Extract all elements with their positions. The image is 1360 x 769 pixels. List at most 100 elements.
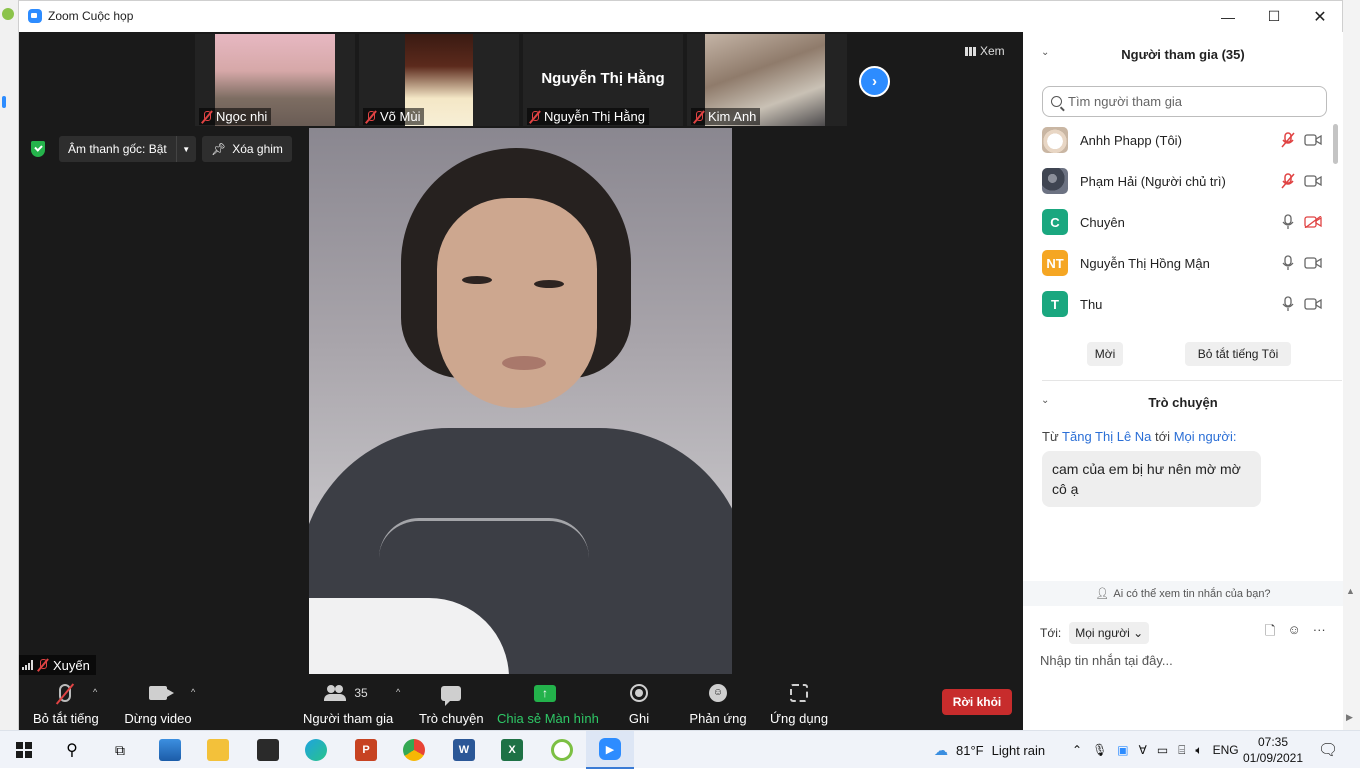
view-button[interactable]: Xem (965, 44, 1005, 58)
participant-row[interactable]: NT Nguyễn Thị Hồng Mận (1023, 243, 1339, 284)
mic-muted-icon (693, 110, 705, 123)
original-audio-button[interactable]: Âm thanh gốc: Bật ▼ (59, 136, 196, 162)
weather-widget[interactable]: ☁ 81°F Light rain (934, 731, 1045, 769)
taskbar-app[interactable] (292, 731, 340, 769)
microphone-icon[interactable] (1281, 255, 1295, 271)
task-view-button[interactable]: ⧉ (96, 731, 144, 769)
sender-name[interactable]: Tăng Thị Lê Na (1062, 429, 1151, 444)
monitor-icon[interactable]: ▭ (1157, 743, 1168, 757)
weather-temperature: 81°F (956, 742, 984, 758)
mic-muted-icon (365, 110, 377, 123)
windows-logo-icon (16, 742, 32, 758)
participant-thumbnail[interactable]: Nguyễn Thị Hằng Nguyễn Thị Hằng (523, 34, 683, 126)
participant-name: Anhh Phapp (Tôi) (1080, 133, 1182, 148)
reactions-button[interactable]: ☺ Phản ứng (687, 681, 749, 727)
chevron-down-icon[interactable]: ▼ (175, 136, 196, 162)
mic-muted-icon[interactable] (1281, 173, 1295, 189)
scroll-down-arrow-icon[interactable]: ▶ (1346, 712, 1353, 723)
maximize-button[interactable]: ☐ (1251, 1, 1297, 32)
participant-thumbnail[interactable]: Ngọc nhi (195, 34, 355, 126)
recipient-name[interactable]: Mọi người: (1174, 429, 1237, 444)
chat-message-input[interactable] (1040, 648, 1330, 672)
chat-privacy-link[interactable]: 👤︎ Ai có thể xem tin nhắn của bạn? (1023, 581, 1343, 606)
microphone-icon[interactable] (1281, 296, 1295, 312)
video-options-caret-icon[interactable]: ^ (191, 687, 195, 697)
invite-button[interactable]: Mời (1087, 342, 1123, 366)
close-button[interactable]: ✕ (1297, 1, 1343, 32)
notifications-button[interactable]: 🗨︎ (1318, 731, 1338, 769)
next-page-button[interactable]: › (859, 66, 890, 97)
participants-options-caret-icon[interactable]: ^ (396, 687, 400, 697)
unmute-me-button[interactable]: Bỏ tắt tiếng Tôi (1185, 342, 1291, 366)
chat-bubble-icon (441, 685, 461, 706)
taskbar-app[interactable]: P (342, 731, 390, 769)
microphone-icon[interactable]: 🎙︎ (1092, 743, 1107, 757)
volume-icon[interactable]: 🔈︎ (1195, 743, 1202, 758)
background-scrollbar[interactable]: ▲ ▶ (1343, 0, 1360, 730)
share-screen-button[interactable]: ↑ Chia sẻ Màn hình (497, 681, 599, 727)
view-label: Xem (980, 44, 1005, 58)
clock[interactable]: 07:35 01/09/2021 (1238, 734, 1308, 766)
apps-icon (790, 684, 808, 702)
audio-options-caret-icon[interactable]: ^ (93, 687, 97, 697)
taskbar-app[interactable]: X (488, 731, 536, 769)
language-icon[interactable]: ENG (1213, 743, 1239, 757)
stop-video-button[interactable]: Dừng video (123, 681, 193, 727)
mute-button[interactable]: Bỏ tắt tiếng (33, 681, 99, 727)
participant-list-scrollbar[interactable] (1333, 124, 1338, 164)
participant-row[interactable]: Anhh Phapp (Tôi) (1023, 120, 1339, 161)
privacy-text: Ai có thể xem tin nhắn của bạn? (1113, 587, 1271, 600)
scroll-up-arrow-icon[interactable]: ▲ (1346, 586, 1355, 596)
chevron-up-icon[interactable]: ⌃ (1072, 743, 1082, 757)
apps-button[interactable]: Ứng dụng (767, 681, 831, 727)
more-icon[interactable]: ··· (1313, 622, 1326, 644)
microphone-icon[interactable] (1281, 214, 1295, 230)
participant-search-input[interactable] (1068, 94, 1308, 109)
edge-icon (305, 739, 327, 761)
mic-muted-icon (201, 110, 213, 123)
network-icon[interactable]: ⌸ (1178, 743, 1185, 758)
file-icon[interactable]: 🗋︎ (1265, 622, 1275, 644)
video-camera-icon[interactable] (1304, 257, 1322, 269)
zoom-tray-icon[interactable]: ▣ (1117, 743, 1128, 757)
participants-title: Người tham gia (35) (1121, 47, 1245, 62)
vpn-icon[interactable]: ∀ (1139, 743, 1147, 757)
video-off-icon[interactable] (1304, 216, 1322, 228)
unpin-button[interactable]: 📌︎ Xóa ghim (202, 136, 292, 162)
participant-row[interactable]: Phạm Hải (Người chủ trì) (1023, 161, 1339, 202)
start-button[interactable] (0, 731, 48, 769)
mic-muted-icon[interactable] (1281, 132, 1295, 148)
recipient-row: Tới: Mọi người ⌄ (1040, 622, 1150, 644)
video-camera-icon[interactable] (1304, 175, 1322, 187)
participant-name: Võ Mùi (380, 109, 421, 124)
chat-label: Trò chuyện (419, 711, 484, 726)
minimize-button[interactable]: — (1205, 1, 1251, 32)
active-speaker-name: Xuyến (53, 657, 90, 673)
taskbar-app-zoom[interactable]: ▶ (586, 731, 634, 769)
participant-thumbnail[interactable]: Võ Mùi (359, 34, 519, 126)
participant-row[interactable]: T Thu (1023, 284, 1339, 325)
taskbar-app[interactable] (244, 731, 292, 769)
chat-button[interactable]: Trò chuyện (419, 681, 484, 727)
emoji-icon[interactable]: ☺ (1287, 622, 1300, 644)
participant-row[interactable]: C Chuyên (1023, 202, 1339, 243)
taskbar-app[interactable] (390, 731, 438, 769)
store-icon (257, 739, 279, 761)
participant-thumbnail[interactable]: Kim Anh (687, 34, 847, 126)
participant-search[interactable] (1042, 86, 1327, 117)
participants-button[interactable]: 35 Người tham gia (303, 681, 393, 727)
participant-center-name: Nguyễn Thị Hằng (541, 70, 665, 87)
taskbar-app[interactable] (538, 731, 586, 769)
taskbar-app[interactable]: W (440, 731, 488, 769)
share-screen-label: Chia sẻ Màn hình (497, 711, 599, 726)
taskbar-app[interactable] (194, 731, 242, 769)
record-button[interactable]: Ghi (617, 681, 661, 727)
security-shield-icon[interactable] (31, 141, 45, 157)
leave-meeting-button[interactable]: Rời khỏi (942, 689, 1012, 715)
participants-icon (324, 685, 347, 701)
recipient-dropdown[interactable]: Mọi người ⌄ (1069, 622, 1150, 644)
video-camera-icon[interactable] (1304, 298, 1322, 310)
taskbar-app[interactable] (146, 731, 194, 769)
search-button[interactable]: ⚲ (48, 731, 96, 769)
video-camera-icon[interactable] (1304, 134, 1322, 146)
